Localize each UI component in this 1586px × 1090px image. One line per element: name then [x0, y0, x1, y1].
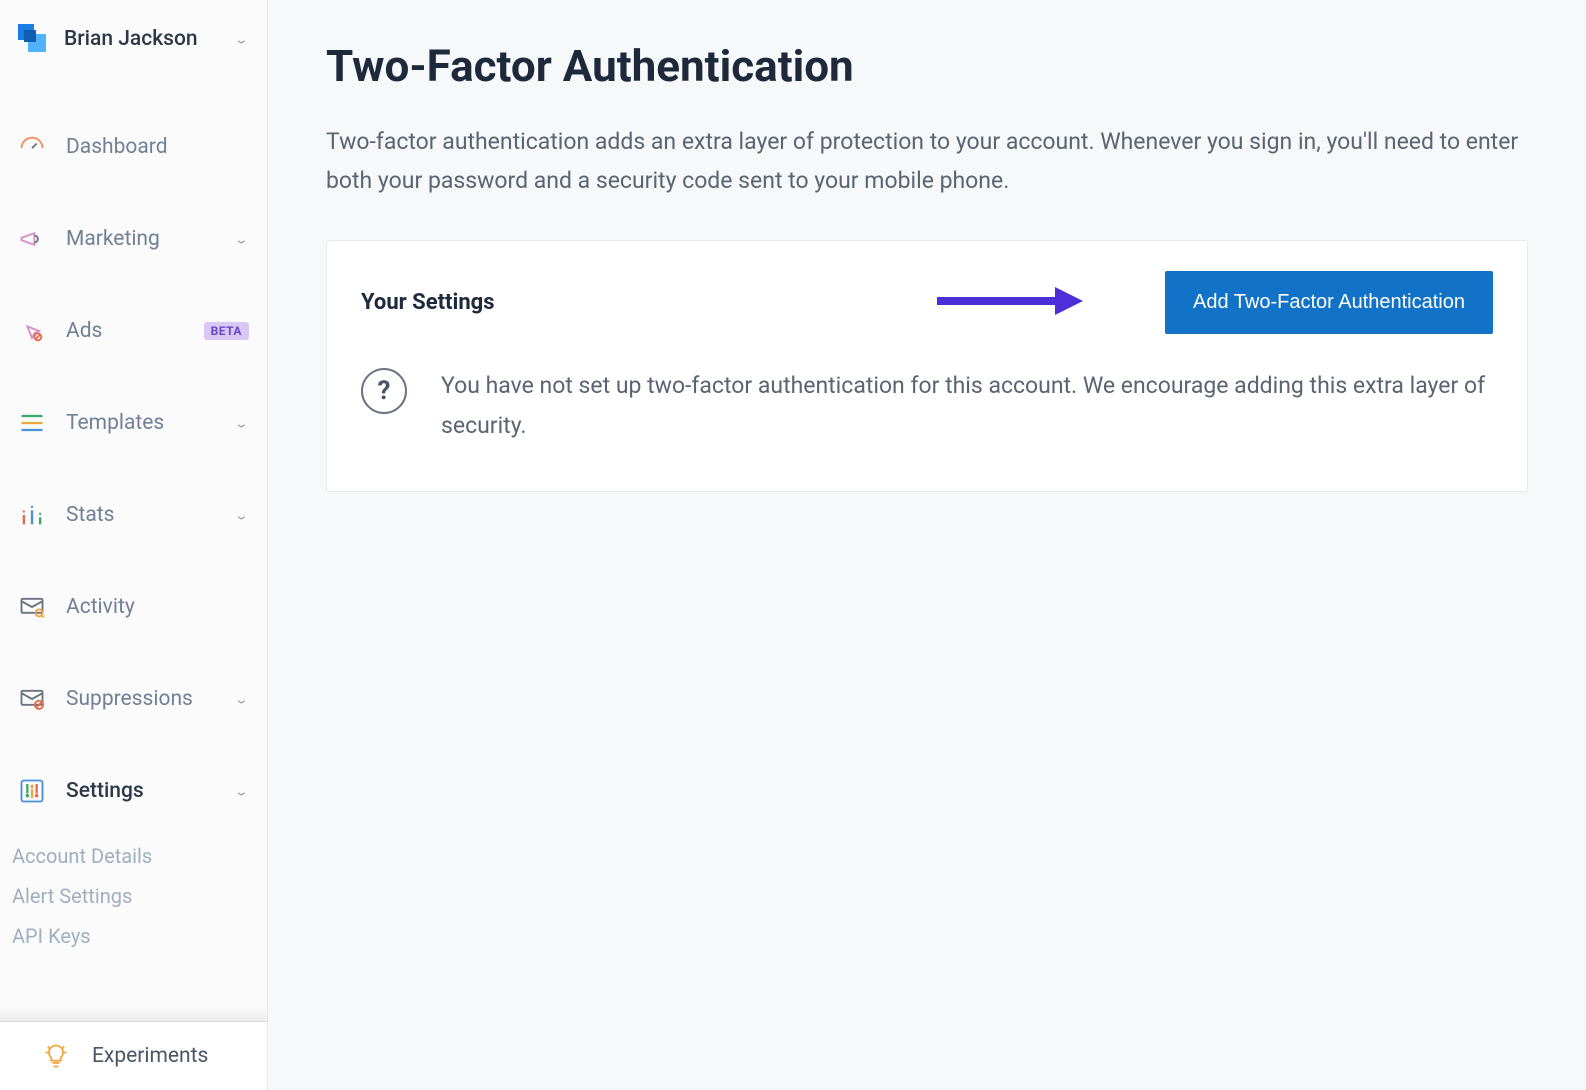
sidebar-item-label: Suppressions: [66, 687, 214, 711]
sidebar-item-ads[interactable]: Ads BETA: [0, 302, 267, 360]
templates-icon: [18, 409, 46, 437]
settings-sliders-icon: [18, 777, 46, 805]
sidebar-item-settings[interactable]: Settings ⌄: [0, 762, 267, 820]
subnav-api-keys[interactable]: API Keys: [0, 916, 267, 956]
account-logo-icon: [18, 24, 48, 54]
callout-arrow-icon: [933, 283, 1083, 323]
page-description: Two-factor authentication adds an extra …: [326, 122, 1528, 200]
lightbulb-icon: [42, 1042, 70, 1070]
sidebar-nav: Dashboard Marketing ⌄ Ads BETA Templates…: [0, 118, 267, 1021]
chevron-down-icon: ⌄: [234, 416, 249, 431]
sidebar-item-marketing[interactable]: Marketing ⌄: [0, 210, 267, 268]
sidebar-item-experiments[interactable]: Experiments: [0, 1021, 267, 1090]
envelope-search-icon: [18, 593, 46, 621]
sidebar-item-label: Settings: [66, 779, 214, 803]
question-mark-icon: ?: [361, 368, 407, 414]
chevron-down-icon: ⌄: [234, 692, 249, 707]
page-title: Two-Factor Authentication: [326, 40, 1528, 92]
megaphone-icon: [18, 225, 46, 253]
user-account-switcher[interactable]: Brian Jackson ⌄: [0, 0, 267, 78]
add-two-factor-button[interactable]: Add Two-Factor Authentication: [1165, 271, 1493, 334]
gauge-icon: [18, 133, 46, 161]
beta-badge: BETA: [204, 322, 249, 340]
chevron-down-icon: ⌄: [234, 232, 249, 247]
sidebar-item-label: Dashboard: [66, 135, 249, 159]
sidebar-item-label: Marketing: [66, 227, 214, 251]
card-header: Your Settings Add Two-Factor Authenticat…: [361, 271, 1493, 334]
sidebar-item-label: Stats: [66, 503, 214, 527]
chevron-down-icon: ⌄: [234, 32, 249, 47]
card-body: ? You have not set up two-factor authent…: [361, 366, 1493, 447]
sidebar-item-label: Activity: [66, 595, 249, 619]
sidebar: Brian Jackson ⌄ Dashboard Marketing ⌄ Ad…: [0, 0, 268, 1090]
settings-subnav: Account Details Alert Settings API Keys: [0, 836, 267, 956]
cursor-click-icon: [18, 317, 46, 345]
sidebar-item-activity[interactable]: Activity: [0, 578, 267, 636]
envelope-blocked-icon: [18, 685, 46, 713]
subnav-account-details[interactable]: Account Details: [0, 836, 267, 876]
subnav-alert-settings[interactable]: Alert Settings: [0, 876, 267, 916]
sidebar-item-label: Templates: [66, 411, 214, 435]
sidebar-item-templates[interactable]: Templates ⌄: [0, 394, 267, 452]
info-text: You have not set up two-factor authentic…: [441, 366, 1493, 447]
card-title: Your Settings: [361, 290, 495, 315]
user-name: Brian Jackson: [64, 27, 218, 51]
settings-card: Your Settings Add Two-Factor Authenticat…: [326, 240, 1528, 492]
sidebar-item-label: Ads: [66, 319, 184, 343]
sidebar-item-dashboard[interactable]: Dashboard: [0, 118, 267, 176]
main-content: Two-Factor Authentication Two-factor aut…: [268, 0, 1586, 1090]
sidebar-item-label: Experiments: [92, 1044, 208, 1068]
sidebar-item-stats[interactable]: Stats ⌄: [0, 486, 267, 544]
sidebar-item-suppressions[interactable]: Suppressions ⌄: [0, 670, 267, 728]
chevron-down-icon: ⌄: [234, 784, 249, 799]
chevron-down-icon: ⌄: [234, 508, 249, 523]
bar-chart-icon: [18, 501, 46, 529]
